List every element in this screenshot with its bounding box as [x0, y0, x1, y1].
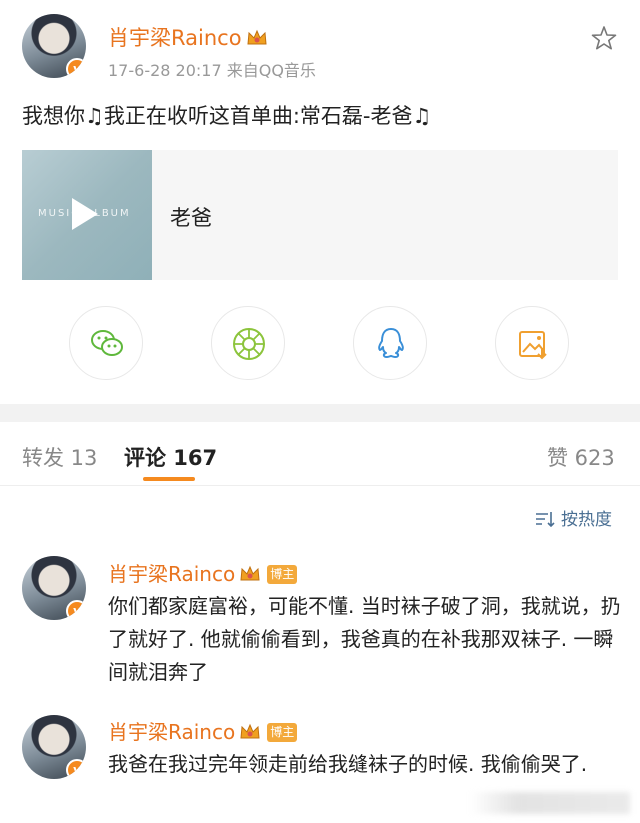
interaction-tabs: 转发 13 评论 167 赞 623: [0, 422, 640, 486]
save-image-icon: [519, 331, 547, 360]
author-tag: 博主: [267, 565, 298, 584]
post-text: 我想你♫我正在收听这首单曲:常石磊-老爸♫: [22, 104, 432, 128]
sort-button[interactable]: 按热度: [535, 505, 612, 530]
play-icon[interactable]: [72, 198, 98, 230]
post-author-name[interactable]: 肖宇梁Rainco: [108, 26, 242, 50]
post-meta: 17-6-28 20:17 来自QQ音乐: [108, 61, 316, 80]
tab-comment[interactable]: 评论 167: [124, 442, 217, 472]
qq-icon: [378, 328, 404, 358]
save-image-button[interactable]: [495, 306, 569, 380]
verified-badge-icon: v: [66, 58, 86, 78]
crown-icon: [246, 29, 267, 45]
share-moments-button[interactable]: [211, 306, 285, 380]
comment-text: 你们都家庭富裕，可能不懂. 当时袜子破了洞，我就说，扔了就好了. 他就偷偷看到，…: [108, 594, 621, 684]
comment-author[interactable]: 肖宇梁Rainco 博主: [108, 558, 298, 587]
sort-icon: [536, 512, 555, 527]
watermark: [470, 792, 630, 814]
section-divider: [0, 404, 640, 422]
share-qq-button[interactable]: [353, 306, 427, 380]
comment-avatar[interactable]: v: [22, 556, 88, 622]
comment-author-name[interactable]: 肖宇梁Rainco: [108, 720, 235, 744]
song-title[interactable]: 老爸: [170, 202, 212, 232]
sort-label: 按热度: [561, 510, 612, 530]
post-author[interactable]: 肖宇梁Rainco: [108, 22, 268, 52]
verified-badge-icon: v: [66, 759, 86, 779]
moments-icon: [233, 328, 265, 360]
tab-repost[interactable]: 转发 13: [22, 442, 97, 472]
comment-author-name[interactable]: 肖宇梁Rainco: [108, 562, 235, 586]
crown-icon: [240, 723, 260, 739]
music-card[interactable]: MUSIC ALBUM 老爸: [22, 150, 618, 280]
share-wechat-button[interactable]: [69, 306, 143, 380]
album-cover[interactable]: MUSIC ALBUM: [22, 150, 152, 280]
tab-like[interactable]: 赞 623: [547, 442, 615, 472]
verified-badge-icon: v: [66, 600, 86, 620]
comment-text: 我爸在我过完年领走前给我缝袜子的时候. 我偷偷哭了.: [108, 752, 588, 776]
crown-icon: [240, 565, 260, 581]
author-tag: 博主: [267, 723, 298, 742]
active-tab-indicator: [143, 477, 195, 481]
comment-avatar[interactable]: v: [22, 715, 88, 781]
post-avatar[interactable]: v: [22, 14, 88, 80]
wechat-icon: [91, 330, 123, 356]
favorite-star-icon[interactable]: [590, 24, 618, 52]
comment-author[interactable]: 肖宇梁Rainco 博主: [108, 716, 298, 745]
